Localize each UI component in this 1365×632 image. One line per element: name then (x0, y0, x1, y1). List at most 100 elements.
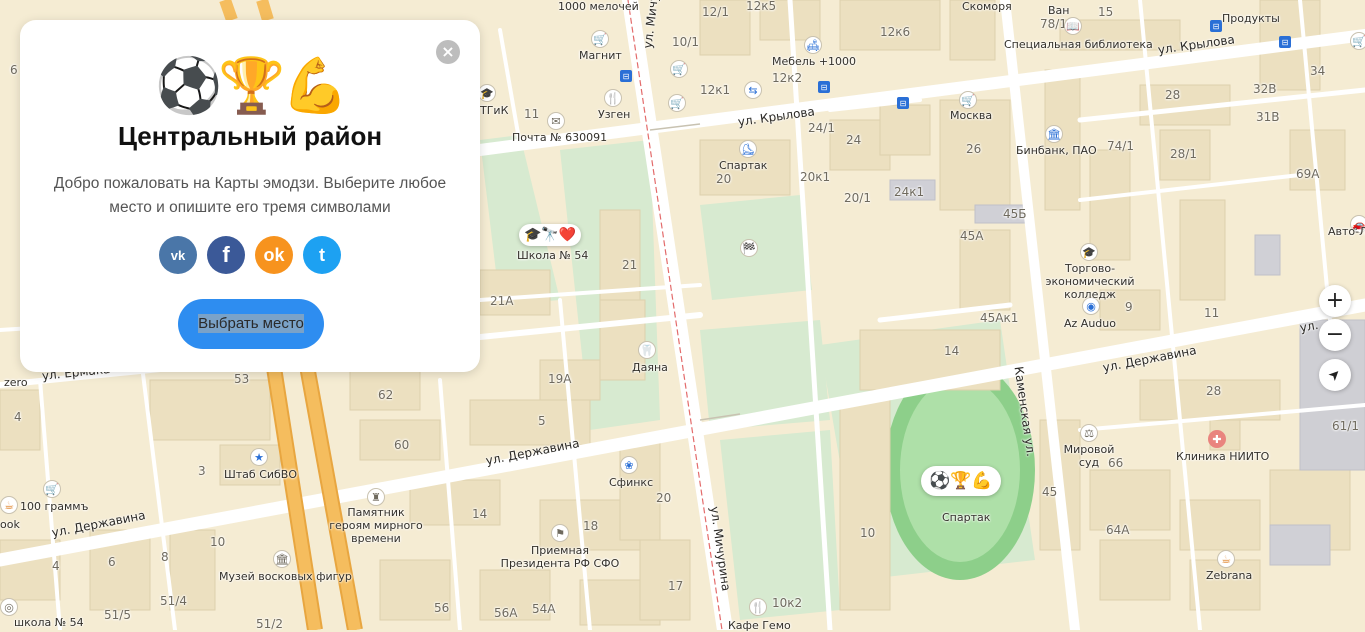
flag-icon[interactable]: ⚑ (551, 524, 569, 542)
bus-stop-icon[interactable]: ⊟ (818, 81, 830, 93)
place-label[interactable]: Почта № 630091 (512, 131, 607, 144)
shopping-cart-icon[interactable]: 🛒 (591, 30, 609, 48)
house-number: 78/1 (1040, 17, 1067, 31)
bus-stop-icon[interactable]: ⊟ (1210, 20, 1222, 32)
college-icon[interactable]: 🎓 (1080, 243, 1098, 261)
emoji-pin-school[interactable]: 🎓🔭❤️ (519, 224, 582, 246)
place-label[interactable]: Даяна (632, 361, 668, 374)
place-label[interactable]: Скоморя (962, 0, 1012, 13)
mail-icon[interactable]: ✉ (547, 112, 565, 130)
emoji-pin-spartak[interactable]: ⚽🏆💪 (921, 466, 1001, 496)
district-title: Центральный район (117, 121, 383, 151)
house-number: 11 (1204, 306, 1220, 320)
district-emoji: ⚽🏆💪 (155, 54, 349, 117)
place-label[interactable]: Az Auduo (1064, 317, 1116, 330)
house-number: 34 (1310, 64, 1326, 78)
twitter-share-button[interactable]: t (303, 236, 341, 274)
odnoklassniki-share-button[interactable]: ok (255, 236, 293, 274)
cafe-icon[interactable]: ☕ (1217, 550, 1235, 568)
medical-cross-icon[interactable]: ✚ (1208, 430, 1226, 448)
house-number: 74/1 (1107, 139, 1134, 153)
school-icon[interactable]: 🎓 (478, 84, 496, 102)
house-number: 12к5 (746, 0, 777, 13)
shopping-cart-icon[interactable]: 🛒 (1350, 32, 1365, 50)
place-label[interactable]: Магнит (579, 49, 622, 62)
place-label[interactable]: Кафе Гемо (728, 619, 791, 632)
place-label[interactable]: Памятник героям мирного времени (326, 506, 426, 545)
house-number: 12/1 (702, 5, 729, 19)
shopping-cart-icon[interactable]: 🛒 (43, 480, 61, 498)
place-label[interactable]: zero (4, 376, 28, 389)
place-label[interactable]: Музей восковых фигур (219, 570, 352, 583)
place-label[interactable]: Мебель +1000 (772, 55, 856, 68)
house-number: 3 (198, 464, 206, 478)
zoom-in-button[interactable]: + (1319, 285, 1351, 317)
place-label[interactable]: Сфинкс (609, 476, 653, 489)
house-number: 10 (210, 535, 226, 549)
sport-icon[interactable]: ⛸ (739, 140, 757, 158)
house-number: 4 (14, 410, 22, 424)
district-info-card: × ⚽🏆💪 Центральный район Добро пожаловать… (20, 20, 480, 372)
place-label[interactable]: 100 граммъ (20, 500, 88, 513)
choose-place-button[interactable]: Выбрать место (178, 299, 324, 349)
house-number: 12к6 (880, 25, 911, 39)
monument-icon[interactable]: ♜ (367, 488, 385, 506)
museum-icon[interactable]: 🏛 (273, 550, 291, 568)
place-label[interactable]: Продукты (1222, 12, 1280, 25)
place-label[interactable]: Клиника НИИТО (1176, 450, 1269, 463)
place-label[interactable]: Zebrana (1206, 569, 1252, 582)
place-label[interactable]: ook (0, 518, 20, 531)
place-label[interactable]: Ван (1048, 4, 1069, 17)
house-number: 19А (548, 372, 572, 386)
welcome-text: Добро пожаловать на Карты эмодзи. Выбери… (53, 175, 447, 216)
house-number: 10к2 (772, 596, 803, 610)
cafe-icon[interactable]: ☕ (0, 496, 18, 514)
house-number: 15 (1098, 5, 1114, 19)
house-number: 9 (1125, 300, 1133, 314)
shopping-cart-icon[interactable]: 🛒 (670, 60, 688, 78)
dental-icon[interactable]: 🦷 (638, 341, 656, 359)
shopping-cart-icon[interactable]: 🛒 (668, 94, 686, 112)
place-label[interactable]: Штаб СибВО (224, 468, 297, 481)
shopping-cart-icon[interactable]: 🛒 (959, 91, 977, 109)
restaurant-icon[interactable]: 🍴 (604, 89, 622, 107)
house-number: 20/1 (844, 191, 871, 205)
house-number: 53 (234, 372, 250, 386)
place-label[interactable]: Авто-Л (1328, 225, 1365, 238)
vk-share-button[interactable]: vk (159, 236, 197, 274)
bus-stop-icon[interactable]: ⊟ (1279, 36, 1291, 48)
tools-icon[interactable]: ⇆ (744, 81, 762, 99)
place-label[interactable]: Узген (598, 108, 630, 121)
bus-stop-icon[interactable]: ⊟ (620, 70, 632, 82)
facebook-share-button[interactable]: f (207, 236, 245, 274)
bus-stop-icon[interactable]: ⊟ (897, 97, 909, 109)
checkered-flag-icon[interactable]: 🏁 (740, 239, 758, 257)
place-label[interactable]: школа № 54 (14, 616, 84, 629)
emoji-pin-school-label[interactable]: Школа № 54 (517, 249, 588, 262)
place-label[interactable]: Торгово-экономический колледж (1025, 262, 1155, 301)
place-label[interactable]: Спартак (719, 159, 767, 172)
house-number: 11 (524, 107, 540, 121)
library-icon[interactable]: 📖 (1064, 17, 1082, 35)
place-label[interactable]: 1000 мелочей (558, 0, 639, 13)
bank-icon[interactable]: 🏛 (1045, 125, 1063, 143)
flower-icon[interactable]: ❀ (620, 456, 638, 474)
house-number: 10 (860, 526, 876, 540)
place-label[interactable]: ТГиК (480, 104, 508, 117)
location-icon[interactable]: ◎ (0, 598, 18, 616)
place-label[interactable]: Москва (950, 109, 992, 122)
zoom-out-button[interactable]: − (1319, 319, 1351, 351)
house-number: 24/1 (808, 121, 835, 135)
place-label[interactable]: Бинбанк, ПАО (1016, 144, 1097, 157)
emoji-pin-spartak-label[interactable]: Спартак (942, 511, 990, 524)
place-label[interactable]: Приемная Президента РФ СФО (500, 544, 620, 570)
star-icon[interactable]: ★ (250, 448, 268, 466)
house-number: 20к1 (800, 170, 831, 184)
house-number: 26 (966, 142, 982, 156)
place-label[interactable]: Специальная библиотека (1004, 38, 1153, 51)
house-number: 21 (622, 258, 638, 272)
court-icon[interactable]: ⚖ (1080, 424, 1098, 442)
place-label[interactable]: Мировой суд (1062, 443, 1116, 469)
restaurant-icon[interactable]: 🍴 (749, 598, 767, 616)
furniture-icon[interactable]: 🛋 (804, 36, 822, 54)
